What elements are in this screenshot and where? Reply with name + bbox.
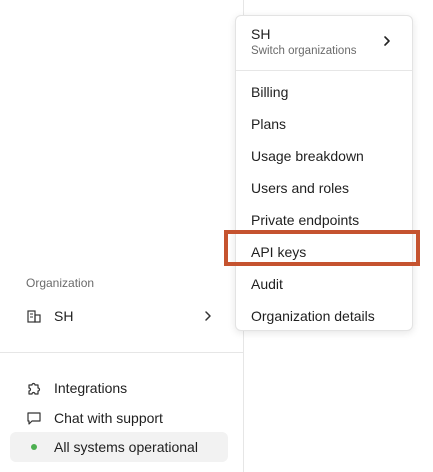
organization-menu: SH Switch organizations Billing Plans Us… [235, 15, 413, 331]
chevron-right-icon [200, 308, 216, 324]
menu-divider [236, 70, 412, 71]
sidebar-item-integrations[interactable]: Integrations [10, 373, 228, 403]
sidebar-item-chat-support[interactable]: Chat with support [10, 403, 228, 433]
building-icon [26, 308, 42, 324]
organization-name: SH [54, 308, 74, 324]
menu-item-private-endpoints[interactable]: Private endpoints [251, 210, 359, 230]
menu-item-users-and-roles[interactable]: Users and roles [251, 178, 349, 198]
app-stage: Organization SH Integrations Chat with s… [0, 0, 433, 472]
menu-org-subtitle: Switch organizations [251, 45, 357, 57]
menu-item-api-keys[interactable]: API keys [251, 242, 306, 262]
menu-item-usage-breakdown[interactable]: Usage breakdown [251, 146, 364, 166]
menu-item-billing[interactable]: Billing [251, 82, 288, 102]
sidebar: Organization SH Integrations Chat with s… [0, 0, 244, 472]
sidebar-item-label: Chat with support [54, 410, 163, 426]
chat-bubble-icon [26, 410, 42, 426]
menu-item-organization-details[interactable]: Organization details [251, 306, 375, 326]
chevron-right-icon [380, 34, 394, 48]
sidebar-item-label: All systems operational [54, 439, 198, 455]
sidebar-item-system-status[interactable]: All systems operational [10, 432, 228, 462]
organization-section-label: Organization [26, 276, 95, 290]
puzzle-icon [26, 380, 42, 396]
status-dot-icon [26, 439, 42, 455]
menu-org-name: SH [251, 26, 271, 42]
sidebar-divider [0, 352, 244, 353]
menu-item-plans[interactable]: Plans [251, 114, 286, 134]
sidebar-item-label: Integrations [54, 380, 128, 396]
menu-item-audit[interactable]: Audit [251, 274, 283, 294]
switch-organizations-item[interactable]: SH Switch organizations [236, 16, 412, 70]
organization-switcher[interactable]: SH [10, 300, 228, 332]
